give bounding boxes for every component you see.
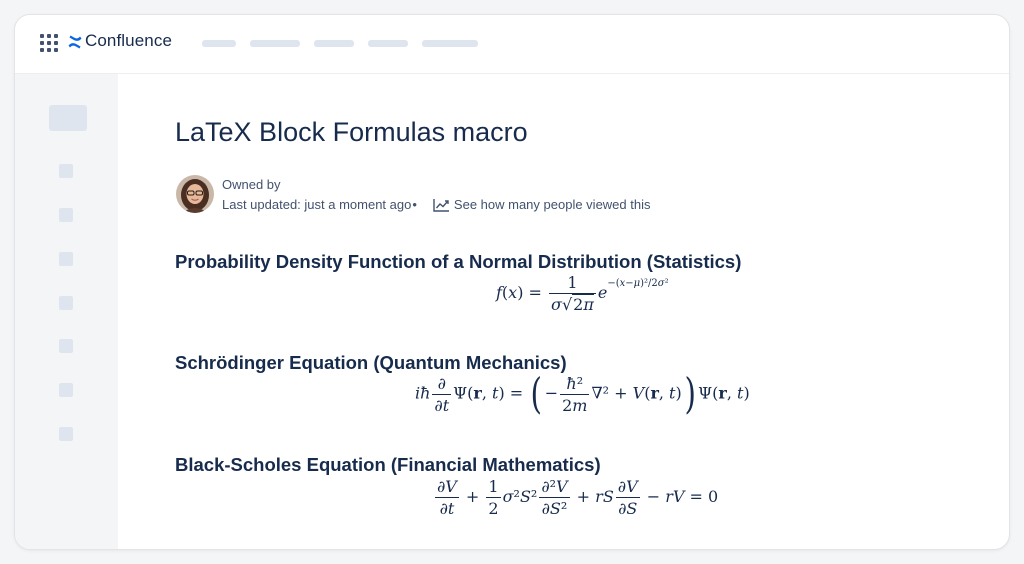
page-title: LaTeX Block Formulas macro (175, 117, 528, 147)
formula-schrodinger: iħ ∂ ∂t Ψ(r, t) = (− ħ² 2m ∇² + V(r, t)) Ψ(r, t… (415, 369, 750, 418)
meta-separator: • (412, 197, 417, 212)
sidebar-placeholder-item (59, 164, 73, 178)
page-analytics-link[interactable]: See how many people viewed this (454, 197, 651, 212)
nav-placeholder (368, 40, 408, 47)
section-heading: Black-Scholes Equation (Financial Mathem… (175, 454, 601, 475)
chart-line-icon[interactable] (433, 198, 450, 212)
sidebar-placeholder-header (49, 105, 87, 131)
nav-placeholder (422, 40, 478, 47)
product-name[interactable]: Confluence (85, 31, 172, 51)
sidebar-placeholder-item (59, 427, 73, 441)
sidebar-placeholder-item (59, 296, 73, 310)
sidebar (15, 74, 118, 549)
owner-avatar[interactable] (176, 175, 214, 213)
nav-placeholder (314, 40, 354, 47)
top-navigation-bar: Confluence (15, 15, 1009, 74)
nav-placeholder (250, 40, 300, 47)
confluence-logo-icon[interactable] (67, 34, 83, 50)
page-content: LaTeX Block Formulas macro Owned by Last… (118, 74, 1009, 549)
sidebar-placeholder-item (59, 252, 73, 266)
page-metadata: Last updated: just a moment ago • See ho… (222, 197, 650, 212)
section-heading: Schrödinger Equation (Quantum Mechanics) (175, 352, 567, 373)
sidebar-placeholder-item (59, 339, 73, 353)
app-window: Confluence LaTeX Block Formulas macro Ow… (14, 14, 1010, 550)
app-switcher-grid-icon[interactable] (40, 34, 58, 52)
last-updated-text: Last updated: just a moment ago (222, 197, 412, 212)
sidebar-placeholder-item (59, 383, 73, 397)
formula-normal-distribution: f(x) = 1 σ√2π e−(x−μ)²/2σ² (496, 273, 669, 314)
sidebar-placeholder-item (59, 208, 73, 222)
section-heading: Probability Density Function of a Normal… (175, 251, 742, 272)
owned-by-label: Owned by (222, 177, 281, 192)
formula-black-scholes: ∂V ∂t + 1 2 σ²S² ∂²V ∂S² + rS ∂V ∂S − rV = 0 (435, 477, 719, 518)
nav-placeholder (202, 40, 236, 47)
